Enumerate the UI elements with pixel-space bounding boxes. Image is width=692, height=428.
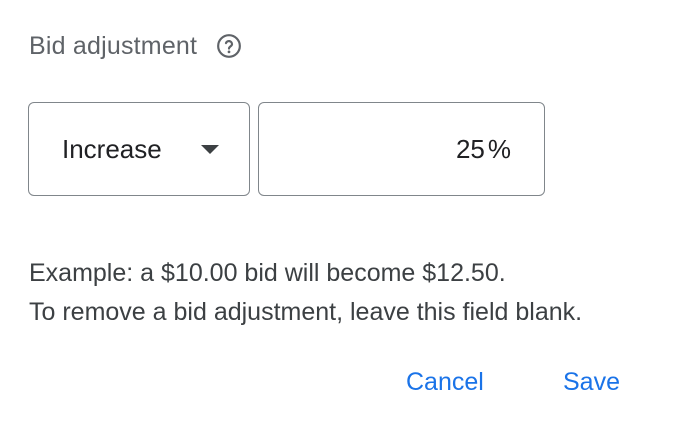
adjustment-percent-value: 25	[455, 133, 485, 164]
remove-adjustment-hint: To remove a bid adjustment, leave this f…	[29, 298, 583, 326]
adjustment-percent-input[interactable]: 25 %	[258, 102, 545, 196]
direction-dropdown[interactable]: Increase	[28, 102, 250, 196]
caret-down-icon	[201, 144, 219, 154]
help-circle-icon[interactable]	[216, 33, 242, 59]
bid-adjustment-label: Bid adjustment	[29, 31, 198, 60]
bid-adjustment-controls: Increase 25 %	[28, 102, 545, 196]
cancel-button[interactable]: Cancel	[398, 360, 492, 404]
save-button[interactable]: Save	[555, 360, 628, 404]
bid-adjustment-header: Bid adjustment	[29, 28, 242, 64]
dialog-actions: Cancel Save	[0, 360, 692, 404]
direction-selected-value: Increase	[62, 133, 162, 164]
bid-adjustment-help-text: Example: a $10.00 bid will become $12.50…	[29, 254, 679, 332]
percent-suffix: %	[487, 133, 511, 164]
bid-adjustment-dialog: Bid adjustment Increase 25 % Example: a …	[0, 0, 692, 428]
example-text: Example: a $10.00 bid will become $12.50…	[29, 259, 506, 287]
